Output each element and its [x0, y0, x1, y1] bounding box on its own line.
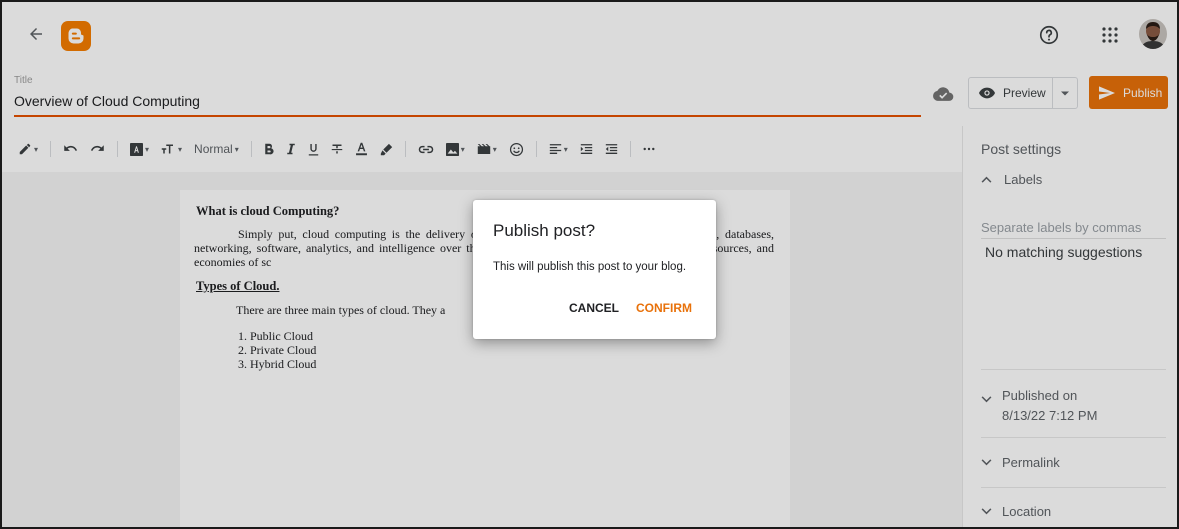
- publish-confirm-dialog: Publish post? This will publish this pos…: [473, 200, 716, 339]
- dialog-title: Publish post?: [493, 221, 596, 240]
- cancel-button[interactable]: CANCEL: [569, 301, 619, 315]
- confirm-button[interactable]: CONFIRM: [636, 301, 692, 315]
- dialog-message: This will publish this post to your blog…: [493, 261, 687, 273]
- blogger-editor-window: Title Preview Publish ▾: [0, 0, 1179, 529]
